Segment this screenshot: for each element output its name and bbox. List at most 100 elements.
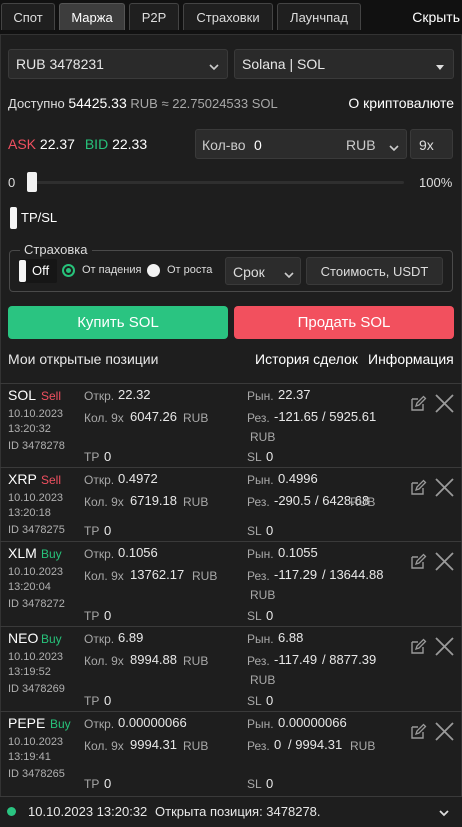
result-label: Рез. bbox=[247, 569, 270, 583]
ask-value: 22.37 bbox=[39, 136, 75, 152]
position-side: Buy bbox=[50, 717, 71, 731]
quantity-currency-select[interactable]: RUB bbox=[346, 137, 376, 153]
insurance-toggle[interactable]: Off bbox=[19, 259, 57, 283]
position-date: 10.10.2023 bbox=[8, 408, 64, 420]
open-positions-title: Мои открытые позиции bbox=[8, 351, 159, 367]
tab-insurance[interactable]: Страховки bbox=[183, 3, 273, 30]
quote-row: ASK 22.37 BID 22.33 bbox=[8, 136, 147, 152]
position-id: ID 3478269 bbox=[8, 683, 65, 695]
quantity-label: Кол. 9x bbox=[84, 739, 124, 753]
available-label: Доступно bbox=[8, 96, 65, 111]
status-dot-icon bbox=[7, 807, 16, 816]
trade-history-link[interactable]: История сделок bbox=[255, 351, 358, 367]
edit-icon[interactable] bbox=[409, 395, 427, 416]
account-select-value: RUB 3478231 bbox=[16, 56, 104, 72]
quantity-currency: RUB bbox=[183, 411, 209, 425]
sl-label: SL bbox=[247, 609, 262, 623]
chevron-down-icon[interactable] bbox=[438, 806, 450, 822]
position-side: Buy bbox=[41, 547, 62, 561]
position-total: / 9994.31 bbox=[288, 737, 343, 752]
available-balance: Доступно 54425.33 RUB ≈ 22.75024533 SOL bbox=[8, 95, 278, 111]
position-row: XRP Sell 10.10.2023 13:20:18 ID 3478275 … bbox=[0, 467, 462, 541]
close-icon[interactable] bbox=[434, 393, 455, 417]
radio-fall[interactable] bbox=[62, 264, 75, 277]
position-pnl: 0 bbox=[274, 737, 282, 752]
position-side: Buy bbox=[41, 632, 62, 646]
ask-label: ASK bbox=[8, 136, 37, 152]
open-price: 6.89 bbox=[118, 630, 144, 645]
market-price: 0.00000066 bbox=[278, 715, 347, 730]
about-crypto-link[interactable]: О криптовалюте bbox=[348, 95, 454, 111]
available-approx: ≈ 22.75024533 SOL bbox=[161, 96, 278, 111]
sl-label: SL bbox=[247, 694, 262, 708]
sl-value: 0 bbox=[266, 693, 274, 708]
amount-slider-thumb[interactable] bbox=[27, 172, 37, 192]
radio-rise[interactable] bbox=[147, 264, 160, 277]
asset-select[interactable]: Solana | SOL bbox=[234, 49, 454, 79]
status-timestamp: 10.10.2023 13:20:32 bbox=[28, 804, 148, 819]
status-footer: 10.10.2023 13:20:32 Открыта позиция: 347… bbox=[0, 796, 462, 827]
leverage-select[interactable]: 9x bbox=[410, 129, 453, 159]
edit-icon[interactable] bbox=[409, 553, 427, 574]
term-select-label: Срок bbox=[233, 264, 265, 280]
tpsl-toggle[interactable] bbox=[10, 207, 17, 229]
bid-value: 22.33 bbox=[112, 136, 148, 152]
market-price: 0.4996 bbox=[278, 471, 318, 486]
term-select[interactable]: Срок bbox=[225, 257, 301, 285]
position-quantity: 6719.18 bbox=[130, 493, 177, 508]
sl-value: 0 bbox=[266, 449, 274, 464]
sl-label: SL bbox=[247, 450, 262, 464]
market-price-label: Рын. bbox=[247, 717, 274, 731]
tab-launchpad[interactable]: Лаунчпад bbox=[277, 3, 361, 30]
amount-slider-track[interactable] bbox=[34, 181, 404, 184]
close-icon[interactable] bbox=[434, 636, 455, 660]
buy-button[interactable]: Купить SOL bbox=[8, 306, 228, 339]
available-currency: RUB bbox=[130, 96, 158, 111]
close-icon[interactable] bbox=[434, 721, 455, 745]
position-symbol: XRP bbox=[8, 471, 37, 487]
radio-rise-label: От роста bbox=[167, 264, 213, 276]
position-quantity: 6047.26 bbox=[130, 409, 177, 424]
tab-p2p[interactable]: P2P bbox=[129, 3, 179, 30]
sl-label: SL bbox=[247, 524, 262, 538]
market-price: 6.88 bbox=[278, 630, 304, 645]
quantity-label: Кол. 9x bbox=[84, 411, 124, 425]
position-symbol: NEO bbox=[8, 630, 39, 646]
position-date: 10.10.2023 bbox=[8, 566, 64, 578]
insurance-cost-button[interactable]: Стоимость, USDT bbox=[306, 257, 443, 285]
sell-button[interactable]: Продать SOL bbox=[234, 306, 454, 339]
quantity-label: Кол. 9x bbox=[84, 495, 124, 509]
tp-label: TP bbox=[84, 450, 100, 464]
account-select[interactable]: RUB 3478231 bbox=[8, 49, 228, 79]
information-link[interactable]: Информация bbox=[368, 351, 454, 367]
open-price-label: Откр. bbox=[84, 632, 115, 646]
edit-icon[interactable] bbox=[409, 479, 427, 500]
quantity-input[interactable]: 0 bbox=[254, 137, 262, 153]
position-id: ID 3478272 bbox=[8, 598, 65, 610]
edit-icon[interactable] bbox=[409, 638, 427, 659]
hide-link[interactable]: Скрыть bbox=[412, 9, 460, 25]
quantity-label: Кол. 9x bbox=[84, 569, 124, 583]
position-side: Sell bbox=[41, 389, 62, 403]
open-price-label: Откр. bbox=[84, 473, 115, 487]
close-icon[interactable] bbox=[434, 477, 455, 501]
position-date: 10.10.2023 bbox=[8, 492, 64, 504]
position-row: NEO Buy 10.10.2023 13:19:52 ID 3478269 О… bbox=[0, 626, 462, 711]
quantity-label: Кол. 9x bbox=[84, 654, 124, 668]
quantity-field[interactable]: Кол-во 0 RUB bbox=[195, 129, 407, 159]
result-label: Рез. bbox=[247, 739, 270, 753]
tab-margin[interactable]: Маржа bbox=[59, 3, 125, 30]
chevron-down-icon bbox=[284, 267, 294, 283]
tp-label: TP bbox=[84, 777, 100, 791]
position-time: 13:20:18 bbox=[8, 507, 51, 519]
sl-value: 0 bbox=[266, 608, 274, 623]
tab-spot[interactable]: Спот bbox=[1, 3, 55, 30]
close-icon[interactable] bbox=[434, 551, 455, 575]
edit-icon[interactable] bbox=[409, 723, 427, 744]
quantity-currency: RUB bbox=[192, 569, 218, 583]
position-row: XLM Buy 10.10.2023 13:20:04 ID 3478272 О… bbox=[0, 541, 462, 626]
open-price: 0.4972 bbox=[118, 471, 158, 486]
position-pnl: -117.29 bbox=[274, 567, 318, 582]
position-time: 13:19:52 bbox=[8, 666, 51, 678]
market-price: 22.37 bbox=[278, 387, 311, 402]
